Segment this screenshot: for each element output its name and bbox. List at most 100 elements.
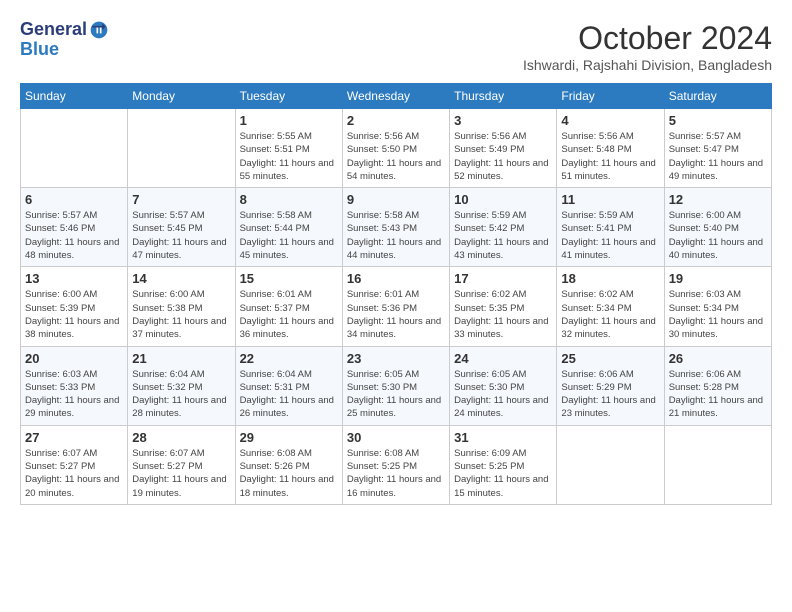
weekday-header-row: SundayMondayTuesdayWednesdayThursdayFrid…: [21, 84, 772, 109]
calendar-week-row: 1 Sunrise: 5:55 AM Sunset: 5:51 PM Daylig…: [21, 109, 772, 188]
day-number: 12: [669, 192, 767, 207]
calendar-week-row: 13Sunrise: 6:00 AM Sunset: 5:39 PM Dayli…: [21, 267, 772, 346]
day-number: 21: [132, 351, 230, 366]
logo-text-general: General: [20, 20, 87, 40]
weekday-header-wednesday: Wednesday: [342, 84, 449, 109]
day-info: Sunrise: 6:02 AM Sunset: 5:35 PM Dayligh…: [454, 288, 552, 341]
day-number: 3: [454, 113, 552, 128]
weekday-header-thursday: Thursday: [450, 84, 557, 109]
day-number: 11: [561, 192, 659, 207]
calendar-cell: 14Sunrise: 6:00 AM Sunset: 5:38 PM Dayli…: [128, 267, 235, 346]
calendar-cell: [21, 109, 128, 188]
day-info: Sunrise: 6:09 AM Sunset: 5:25 PM Dayligh…: [454, 447, 552, 500]
day-number: 18: [561, 271, 659, 286]
day-info: Sunrise: 5:57 AM Sunset: 5:47 PM Dayligh…: [669, 130, 767, 183]
day-info: Sunrise: 6:07 AM Sunset: 5:27 PM Dayligh…: [132, 447, 230, 500]
calendar-cell: 13Sunrise: 6:00 AM Sunset: 5:39 PM Dayli…: [21, 267, 128, 346]
day-info: Sunrise: 5:59 AM Sunset: 5:42 PM Dayligh…: [454, 209, 552, 262]
day-info: Sunrise: 6:08 AM Sunset: 5:26 PM Dayligh…: [240, 447, 338, 500]
calendar-cell: 7 Sunrise: 5:57 AM Sunset: 5:45 PM Daylig…: [128, 188, 235, 267]
day-info: Sunrise: 5:57 AM Sunset: 5:45 PM Dayligh…: [132, 209, 230, 262]
page-header: General Blue October 2024 Ishwardi, Rajs…: [20, 20, 772, 73]
day-info: Sunrise: 6:01 AM Sunset: 5:36 PM Dayligh…: [347, 288, 445, 341]
logo-general: General: [20, 20, 109, 40]
day-info: Sunrise: 6:05 AM Sunset: 5:30 PM Dayligh…: [454, 368, 552, 421]
day-info: Sunrise: 6:06 AM Sunset: 5:28 PM Dayligh…: [669, 368, 767, 421]
day-number: 6: [25, 192, 123, 207]
calendar-week-row: 6 Sunrise: 5:57 AM Sunset: 5:46 PM Daylig…: [21, 188, 772, 267]
day-number: 24: [454, 351, 552, 366]
calendar-cell: 11 Sunrise: 5:59 AM Sunset: 5:41 PM Dayli…: [557, 188, 664, 267]
calendar-cell: 21 Sunrise: 6:04 AM Sunset: 5:32 PM Dayli…: [128, 346, 235, 425]
weekday-header-sunday: Sunday: [21, 84, 128, 109]
weekday-header-friday: Friday: [557, 84, 664, 109]
day-info: Sunrise: 5:57 AM Sunset: 5:46 PM Dayligh…: [25, 209, 123, 262]
day-number: 17: [454, 271, 552, 286]
day-number: 29: [240, 430, 338, 445]
logo-text-blue: Blue: [20, 40, 109, 60]
day-number: 10: [454, 192, 552, 207]
calendar-cell: 10 Sunrise: 5:59 AM Sunset: 5:42 PM Dayli…: [450, 188, 557, 267]
day-info: Sunrise: 6:05 AM Sunset: 5:30 PM Dayligh…: [347, 368, 445, 421]
calendar-cell: 20Sunrise: 6:03 AM Sunset: 5:33 PM Dayli…: [21, 346, 128, 425]
day-number: 2: [347, 113, 445, 128]
calendar-cell: 6 Sunrise: 5:57 AM Sunset: 5:46 PM Daylig…: [21, 188, 128, 267]
day-number: 1: [240, 113, 338, 128]
calendar-cell: 1 Sunrise: 5:55 AM Sunset: 5:51 PM Daylig…: [235, 109, 342, 188]
weekday-header-tuesday: Tuesday: [235, 84, 342, 109]
day-info: Sunrise: 6:00 AM Sunset: 5:38 PM Dayligh…: [132, 288, 230, 341]
day-info: Sunrise: 6:08 AM Sunset: 5:25 PM Dayligh…: [347, 447, 445, 500]
calendar-cell: 30 Sunrise: 6:08 AM Sunset: 5:25 PM Dayli…: [342, 425, 449, 504]
calendar-week-row: 20Sunrise: 6:03 AM Sunset: 5:33 PM Dayli…: [21, 346, 772, 425]
calendar-week-row: 27 Sunrise: 6:07 AM Sunset: 5:27 PM Dayli…: [21, 425, 772, 504]
day-number: 26: [669, 351, 767, 366]
calendar-cell: 12 Sunrise: 6:00 AM Sunset: 5:40 PM Dayli…: [664, 188, 771, 267]
day-info: Sunrise: 6:03 AM Sunset: 5:34 PM Dayligh…: [669, 288, 767, 341]
day-number: 5: [669, 113, 767, 128]
calendar-cell: 23Sunrise: 6:05 AM Sunset: 5:30 PM Dayli…: [342, 346, 449, 425]
calendar-cell: 26 Sunrise: 6:06 AM Sunset: 5:28 PM Dayli…: [664, 346, 771, 425]
month-title: October 2024: [523, 20, 772, 57]
day-info: Sunrise: 5:59 AM Sunset: 5:41 PM Dayligh…: [561, 209, 659, 262]
day-number: 13: [25, 271, 123, 286]
calendar-cell: [557, 425, 664, 504]
calendar-cell: 29 Sunrise: 6:08 AM Sunset: 5:26 PM Dayli…: [235, 425, 342, 504]
calendar-cell: 9 Sunrise: 5:58 AM Sunset: 5:43 PM Daylig…: [342, 188, 449, 267]
day-number: 31: [454, 430, 552, 445]
calendar-cell: 4 Sunrise: 5:56 AM Sunset: 5:48 PM Daylig…: [557, 109, 664, 188]
logo-icon: [89, 20, 109, 40]
calendar-cell: [664, 425, 771, 504]
calendar-cell: 16 Sunrise: 6:01 AM Sunset: 5:36 PM Dayli…: [342, 267, 449, 346]
calendar-cell: 18 Sunrise: 6:02 AM Sunset: 5:34 PM Dayli…: [557, 267, 664, 346]
day-number: 19: [669, 271, 767, 286]
day-info: Sunrise: 6:07 AM Sunset: 5:27 PM Dayligh…: [25, 447, 123, 500]
calendar-cell: 5 Sunrise: 5:57 AM Sunset: 5:47 PM Daylig…: [664, 109, 771, 188]
calendar-cell: 3Sunrise: 5:56 AM Sunset: 5:49 PM Daylig…: [450, 109, 557, 188]
day-info: Sunrise: 6:00 AM Sunset: 5:40 PM Dayligh…: [669, 209, 767, 262]
day-number: 9: [347, 192, 445, 207]
logo: General Blue: [20, 20, 109, 60]
day-number: 20: [25, 351, 123, 366]
day-number: 25: [561, 351, 659, 366]
day-info: Sunrise: 5:56 AM Sunset: 5:48 PM Dayligh…: [561, 130, 659, 183]
day-info: Sunrise: 6:02 AM Sunset: 5:34 PM Dayligh…: [561, 288, 659, 341]
location-text: Ishwardi, Rajshahi Division, Bangladesh: [523, 57, 772, 73]
day-number: 15: [240, 271, 338, 286]
day-info: Sunrise: 5:58 AM Sunset: 5:43 PM Dayligh…: [347, 209, 445, 262]
day-info: Sunrise: 6:04 AM Sunset: 5:31 PM Dayligh…: [240, 368, 338, 421]
day-info: Sunrise: 5:56 AM Sunset: 5:50 PM Dayligh…: [347, 130, 445, 183]
day-number: 16: [347, 271, 445, 286]
day-info: Sunrise: 6:06 AM Sunset: 5:29 PM Dayligh…: [561, 368, 659, 421]
day-number: 22: [240, 351, 338, 366]
calendar-cell: 15Sunrise: 6:01 AM Sunset: 5:37 PM Dayli…: [235, 267, 342, 346]
calendar-cell: 27 Sunrise: 6:07 AM Sunset: 5:27 PM Dayli…: [21, 425, 128, 504]
day-info: Sunrise: 5:55 AM Sunset: 5:51 PM Dayligh…: [240, 130, 338, 183]
title-section: October 2024 Ishwardi, Rajshahi Division…: [523, 20, 772, 73]
day-number: 27: [25, 430, 123, 445]
calendar-cell: 17 Sunrise: 6:02 AM Sunset: 5:35 PM Dayli…: [450, 267, 557, 346]
calendar-cell: 19 Sunrise: 6:03 AM Sunset: 5:34 PM Dayli…: [664, 267, 771, 346]
day-number: 7: [132, 192, 230, 207]
day-number: 30: [347, 430, 445, 445]
day-info: Sunrise: 6:04 AM Sunset: 5:32 PM Dayligh…: [132, 368, 230, 421]
day-number: 4: [561, 113, 659, 128]
